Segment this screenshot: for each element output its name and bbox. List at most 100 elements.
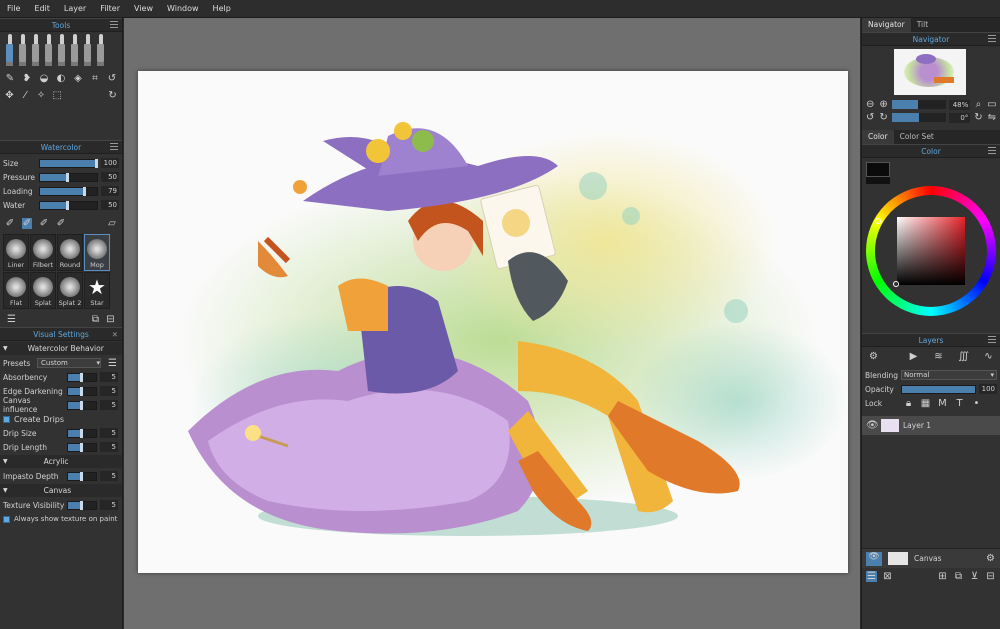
layer-item[interactable]: 👁︎ Layer 1 [862,416,1000,435]
watercolor-size-slider[interactable] [38,158,99,168]
panel-menu-icon[interactable] [988,35,996,43]
drip-setting-slider[interactable] [67,442,97,452]
zoom-slider[interactable] [891,100,947,109]
brush-preset[interactable]: Flat [3,272,29,309]
watercolor-pressure-value[interactable]: 50 [101,172,119,182]
play-icon[interactable]: ▶ [908,351,919,362]
eye-icon[interactable]: 👁︎ [866,551,882,566]
visual-setting-slider[interactable] [67,400,97,410]
watercolor-water-slider[interactable] [38,200,99,210]
tab-tilt[interactable]: Tilt [911,18,934,32]
texture-visibility-value[interactable]: 5 [100,500,118,510]
acrylic-section[interactable]: ▼ Acrylic [0,455,122,468]
menu-help[interactable]: Help [206,4,238,13]
brush-mode-icon[interactable]: ✐ [39,218,49,229]
visual-setting-value[interactable]: 5 [100,372,118,382]
tab-navigator[interactable]: Navigator [862,18,911,32]
menu-filter[interactable]: Filter [93,4,127,13]
brush-tool[interactable] [4,34,15,68]
drip-setting-value[interactable]: 5 [100,442,118,452]
magic-wand-icon[interactable]: ✧ [37,90,46,101]
zoom-out-icon[interactable]: ⊖ [865,99,875,110]
artwork-canvas[interactable] [138,71,848,573]
watercolor-water-value[interactable]: 50 [101,200,119,210]
watercolor-size-value[interactable]: 100 [101,158,119,168]
brush-mode-icon[interactable]: ✐ [21,218,32,229]
duplicate-icon[interactable]: ⧉ [90,314,101,325]
color-picker-handle[interactable] [893,281,899,287]
panel-menu-icon[interactable] [110,21,118,29]
menu-edit[interactable]: Edit [27,4,57,13]
visual-setting-slider[interactable] [67,372,97,382]
wet-layer-icon[interactable]: ≋ [933,351,944,362]
add-layer-icon[interactable]: ⊞ [937,571,948,582]
brush-preset[interactable]: Liner [3,234,29,271]
brush-preset[interactable]: ★ Star [84,272,110,309]
eyedropper-icon[interactable]: ⁄ [21,90,30,101]
color-wheel[interactable] [866,186,996,316]
visual-setting-value[interactable]: 5 [100,386,118,396]
move-icon[interactable]: ✥ [5,90,14,101]
watercolor-loading-slider[interactable] [38,186,99,196]
brush-preset[interactable]: Splat 2 [57,272,83,309]
impasto-depth-value[interactable]: 5 [100,471,118,481]
brush-tool[interactable] [82,34,93,68]
selection-icon[interactable]: ⬚ [53,90,62,101]
menu-window[interactable]: Window [160,4,206,13]
rotate-right-icon[interactable]: ↻ [878,112,888,123]
brush-preset[interactable]: Mop [84,234,110,271]
ruler-icon[interactable]: ◈ [73,73,83,84]
heat-icon[interactable]: ∭ [958,351,969,362]
menu-file[interactable]: File [0,4,27,13]
impasto-depth-slider[interactable] [67,471,97,481]
brush-tool[interactable] [43,34,54,68]
lock-dot-icon[interactable]: • [971,398,982,409]
canvas-section[interactable]: ▼ Canvas [0,484,122,497]
brush-mode-icon[interactable]: ✐ [56,218,66,229]
lock-mask-icon[interactable]: M [937,398,948,409]
panel-menu-icon[interactable] [988,147,996,155]
zoom-fit-icon[interactable]: ⌕ [973,99,983,110]
brush-tool[interactable] [69,34,80,68]
blending-dropdown[interactable]: Normal ▾ [901,370,997,380]
flip-icon[interactable]: ⇋ [987,112,997,123]
crop-icon[interactable]: ⌗ [90,73,100,84]
texture-visibility-slider[interactable] [67,500,97,510]
redo-icon[interactable]: ↻ [108,90,117,101]
lock-text-icon[interactable]: T [954,398,965,409]
close-icon[interactable]: ✕ [112,330,118,339]
watercolor-loading-value[interactable]: 79 [101,186,119,196]
reset-rotation-icon[interactable]: ↻ [973,112,983,123]
merge-layer-icon[interactable]: ⊻ [969,571,980,582]
brush-preset[interactable]: Filbert [30,234,56,271]
water-drop-icon[interactable]: ◒ [39,73,49,84]
opacity-slider[interactable] [900,384,977,394]
canvas-layer[interactable]: 👁︎ Canvas ⚙ [862,548,1000,568]
brush-tool[interactable] [95,34,106,68]
watercolor-behavior-section[interactable]: ▼ Watercolor Behavior [0,342,122,355]
lock-icon[interactable]: 🔒︎ [903,398,914,409]
primary-color-swatch[interactable] [866,162,890,177]
delete-icon[interactable]: ⊟ [985,571,996,582]
duplicate-layer-icon[interactable]: ⧉ [953,571,964,582]
zoom-value[interactable]: 48% [949,99,971,110]
panel-menu-icon[interactable] [988,336,996,344]
hue-handle[interactable] [875,218,881,224]
opacity-value[interactable]: 100 [979,384,997,394]
always-show-texture-checkbox[interactable] [3,515,10,523]
pencil-icon[interactable]: ✎ [5,73,15,84]
layer-properties-icon[interactable]: ☰ [866,570,877,582]
fill-icon[interactable]: ◐ [56,73,66,84]
smudge-icon[interactable]: ❥ [22,73,32,84]
create-drips-checkbox[interactable] [3,415,10,423]
tab-color[interactable]: Color [862,130,894,144]
collapse-icon[interactable]: ⊟ [105,314,116,325]
saturation-square[interactable] [897,217,965,285]
settings-sliders-icon[interactable]: ☰ [6,314,17,325]
visual-setting-value[interactable]: 5 [100,400,118,410]
brush-mode-icon[interactable]: ✐ [5,218,15,229]
lock-transparency-icon[interactable]: ▦ [920,398,931,409]
layer-settings-icon[interactable]: ⚙ [868,351,879,362]
presets-dropdown[interactable]: Custom ▾ [37,358,101,368]
brush-tool[interactable] [30,34,41,68]
